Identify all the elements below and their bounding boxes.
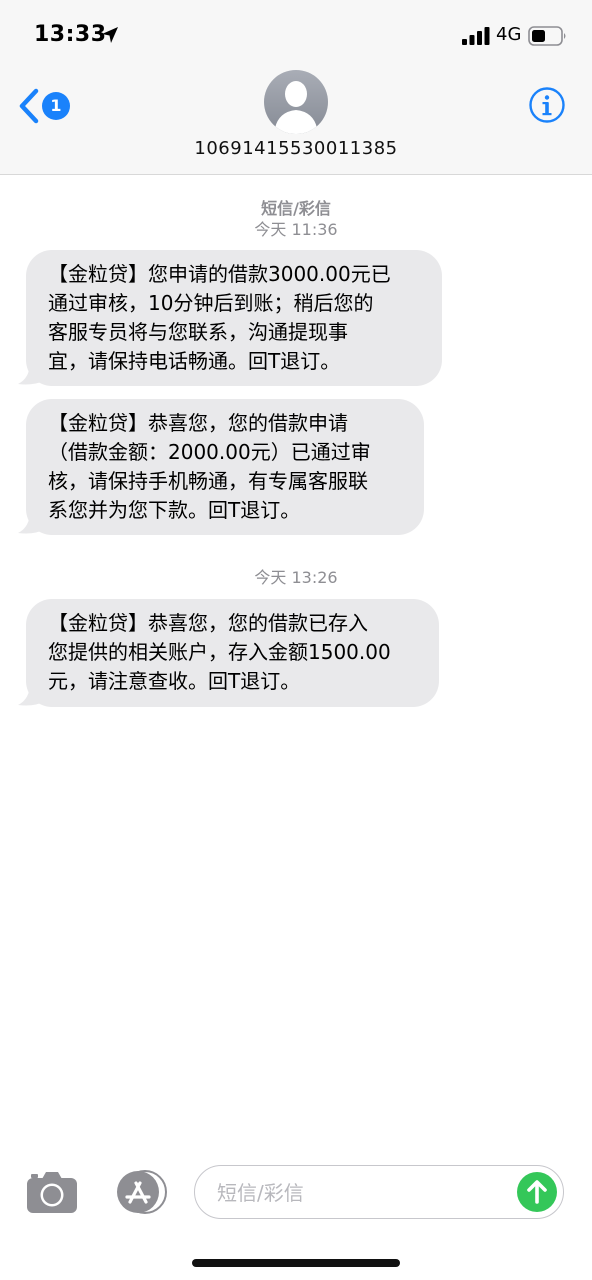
cellular-signal-icon bbox=[462, 27, 490, 45]
camera-icon[interactable] bbox=[26, 1170, 78, 1214]
location-arrow-icon bbox=[102, 27, 118, 43]
chevron-left-icon bbox=[19, 88, 39, 124]
contact-avatar[interactable] bbox=[264, 70, 328, 134]
person-silhouette-icon bbox=[274, 81, 318, 134]
info-icon[interactable] bbox=[528, 86, 566, 124]
unread-count-badge: 1 bbox=[42, 92, 70, 120]
message-bubble[interactable]: 【金粒贷】您申请的借款3000.00元已 通过审核，10分钟后到账；稍后您的 客… bbox=[26, 250, 442, 386]
message-input[interactable] bbox=[215, 1174, 499, 1212]
timestamp: 今天 11:36 bbox=[254, 220, 338, 239]
message-input-container bbox=[194, 1165, 564, 1219]
network-type-label: 4G bbox=[496, 24, 522, 45]
app-store-icon[interactable] bbox=[110, 1170, 168, 1214]
battery-icon bbox=[528, 26, 566, 46]
conversation-header: 1 10691415530011385 bbox=[0, 64, 592, 175]
timestamp: 今天 13:26 bbox=[254, 568, 338, 587]
home-indicator[interactable] bbox=[192, 1259, 400, 1267]
message-bubble[interactable]: 【金粒贷】恭喜您，您的借款申请 （借款金额：2000.00元）已通过审 核，请保… bbox=[26, 399, 424, 535]
back-button[interactable]: 1 bbox=[14, 86, 78, 128]
contact-number[interactable]: 10691415530011385 bbox=[0, 138, 592, 159]
status-bar: 13:33 4G bbox=[0, 0, 592, 64]
send-button[interactable] bbox=[517, 1172, 557, 1212]
send-arrow-icon bbox=[527, 1180, 547, 1204]
message-bubble[interactable]: 【金粒贷】恭喜您，您的借款已存入 您提供的相关账户，存入金额1500.00 元，… bbox=[26, 599, 439, 707]
status-time: 13:33 bbox=[34, 22, 107, 47]
